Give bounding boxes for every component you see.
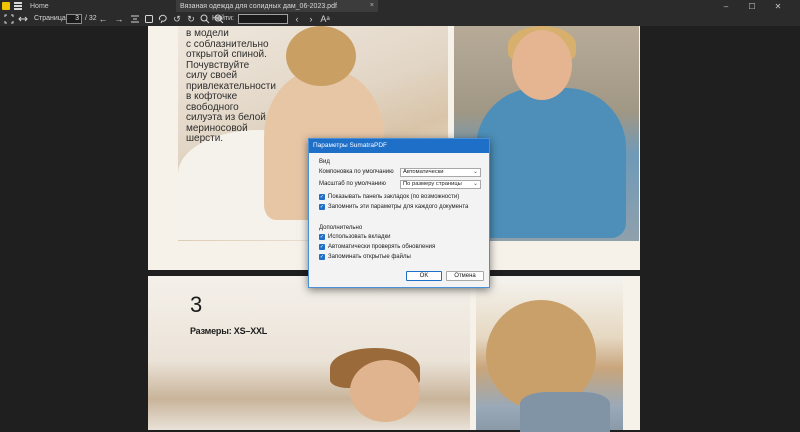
model-number: 3	[190, 292, 203, 317]
find-prev-icon[interactable]: ‹	[291, 13, 303, 25]
next-page-icon[interactable]: →	[113, 13, 125, 25]
figure-face	[512, 30, 572, 100]
files-checkbox[interactable]: ✓	[319, 254, 325, 260]
bookmarks-label: Показывать панель закладок (по возможнос…	[328, 194, 460, 200]
cancel-button[interactable]: Отмена	[446, 271, 484, 281]
remember-checkbox[interactable]: ✓	[319, 204, 325, 210]
close-window-button[interactable]: ✕	[764, 0, 792, 12]
figure-face	[350, 360, 420, 422]
zoom-icon[interactable]	[199, 13, 211, 25]
rectangle-icon[interactable]	[143, 13, 155, 25]
blue-sweater-shape	[476, 88, 626, 238]
zoom-label: Масштаб по умолчанию	[319, 181, 386, 187]
minimize-button[interactable]: –	[712, 0, 740, 12]
section-extra-label: Дополнительно	[319, 225, 363, 231]
fit-page-icon[interactable]	[3, 13, 15, 25]
article-text: в модели с соблазнительно открытой спино…	[186, 28, 276, 144]
tab-close-icon[interactable]: ×	[370, 2, 374, 9]
layout-label: Компоновка по умолчанию	[319, 169, 394, 175]
page-total: / 32	[85, 15, 97, 22]
page-number-input[interactable]: 3	[66, 14, 82, 24]
section-view-label: Вид	[319, 159, 330, 165]
sizes-text: Размеры: XS–XXL	[190, 326, 268, 336]
match-case-icon[interactable]: Aᵃ	[319, 13, 331, 25]
layout-select-value: Автоматически	[403, 169, 444, 175]
figure-sweater	[520, 392, 610, 432]
zoom-select[interactable]: По размеру страницы ⌄	[400, 180, 481, 189]
tabs-checkbox[interactable]: ✓	[319, 234, 325, 240]
find-label: Найти:	[212, 15, 234, 22]
files-label: Запоминать открытые файлы	[328, 254, 411, 260]
settings-dialog: Параметры SumatraPDF Вид Компоновка по у…	[308, 138, 490, 288]
lasso-icon[interactable]	[157, 13, 169, 25]
layout-select[interactable]: Автоматически ⌄	[400, 168, 481, 177]
chevron-down-icon: ⌄	[472, 169, 478, 175]
sumatra-logo-icon	[0, 0, 12, 12]
find-input[interactable]	[238, 14, 288, 24]
page-label: Страница:	[34, 15, 68, 22]
zoom-select-value: По размеру страницы	[403, 181, 462, 187]
remember-label: Запомнить эти параметры для каждого доку…	[328, 204, 469, 210]
rotate-left-icon[interactable]: ↺	[171, 13, 183, 25]
dialog-title: Параметры SumatraPDF	[309, 139, 489, 153]
rotate-right-icon[interactable]: ↻	[185, 13, 197, 25]
tabs-label: Использовать вкладки	[328, 234, 391, 240]
ok-button[interactable]: OK	[406, 271, 442, 281]
updates-label: Автоматически проверять обновления	[328, 244, 436, 250]
maximize-button[interactable]: ☐	[738, 0, 766, 12]
tab-document[interactable]: Вязаная одежда для солидных дам_06-2023.…	[176, 0, 378, 12]
chevron-down-icon: ⌄	[472, 181, 478, 187]
find-next-icon[interactable]: ›	[305, 13, 317, 25]
prev-page-icon[interactable]: ←	[97, 13, 109, 25]
tab-home[interactable]: Home	[26, 0, 172, 12]
tab-home-label: Home	[30, 2, 49, 10]
fit-width-icon[interactable]	[17, 13, 29, 25]
updates-checkbox[interactable]: ✓	[319, 244, 325, 250]
single-page-icon[interactable]	[129, 13, 141, 25]
menu-icon[interactable]	[12, 0, 24, 12]
bookmarks-checkbox[interactable]: ✓	[319, 194, 325, 200]
tab-document-label: Вязаная одежда для солидных дам_06-2023.…	[180, 2, 337, 10]
